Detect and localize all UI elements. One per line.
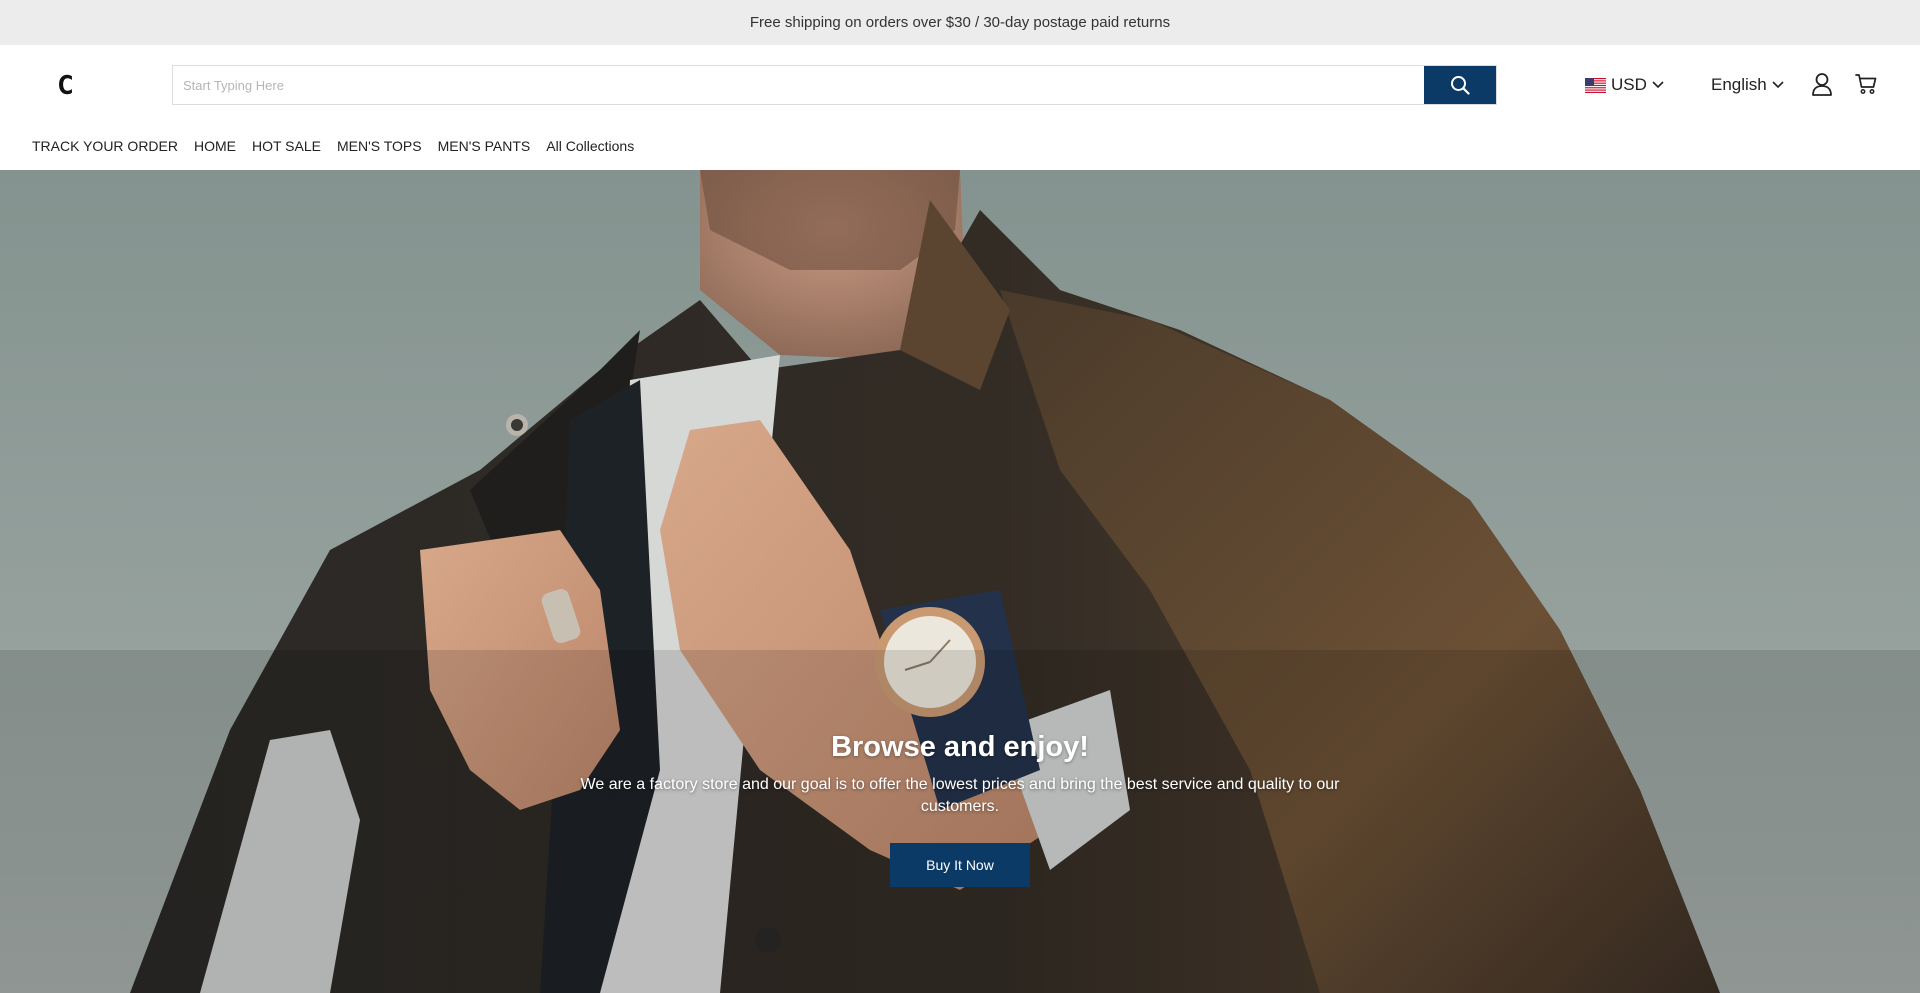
language-label: English: [1711, 75, 1767, 94]
currency-selector[interactable]: USD: [1585, 73, 1664, 97]
nav-item-track-order[interactable]: TRACK YOUR ORDER: [32, 138, 178, 154]
search-icon: [1451, 76, 1470, 95]
search-bar: [172, 65, 1497, 105]
nav-item-mens-pants[interactable]: MEN'S PANTS: [438, 138, 531, 154]
nav-item-home[interactable]: HOME: [194, 138, 236, 154]
chevron-down-icon: [1772, 81, 1784, 89]
hero-title: Browse and enjoy!: [831, 731, 1089, 763]
announcement-text: Free shipping on orders over $30 / 30-da…: [749, 14, 1171, 31]
announcement-bar: Free shipping on orders over $30 / 30-da…: [0, 0, 1920, 45]
hero-banner: Browse and enjoy! We are a factory store…: [0, 170, 1920, 993]
store-logo[interactable]: C: [58, 71, 73, 101]
cart-icon[interactable]: [1855, 73, 1877, 95]
nav-item-hot-sale[interactable]: HOT SALE: [252, 138, 321, 154]
hero-subtitle: We are a factory store and our goal is t…: [580, 776, 1340, 815]
user-icon[interactable]: [1811, 72, 1833, 96]
nav-item-all-collections[interactable]: All Collections: [546, 138, 634, 154]
chevron-down-icon: [1652, 81, 1664, 89]
main-nav: TRACK YOUR ORDER HOME HOT SALE MEN'S TOP…: [32, 136, 650, 156]
language-selector[interactable]: English: [1711, 73, 1784, 97]
search-input[interactable]: [173, 66, 1424, 104]
site-header: C USD English: [0, 45, 1920, 170]
nav-item-mens-tops[interactable]: MEN'S TOPS: [337, 138, 422, 154]
us-flag-icon: [1585, 77, 1606, 93]
search-button[interactable]: [1424, 66, 1496, 104]
buy-it-now-button[interactable]: Buy It Now: [890, 843, 1030, 887]
currency-label: USD: [1611, 75, 1647, 94]
